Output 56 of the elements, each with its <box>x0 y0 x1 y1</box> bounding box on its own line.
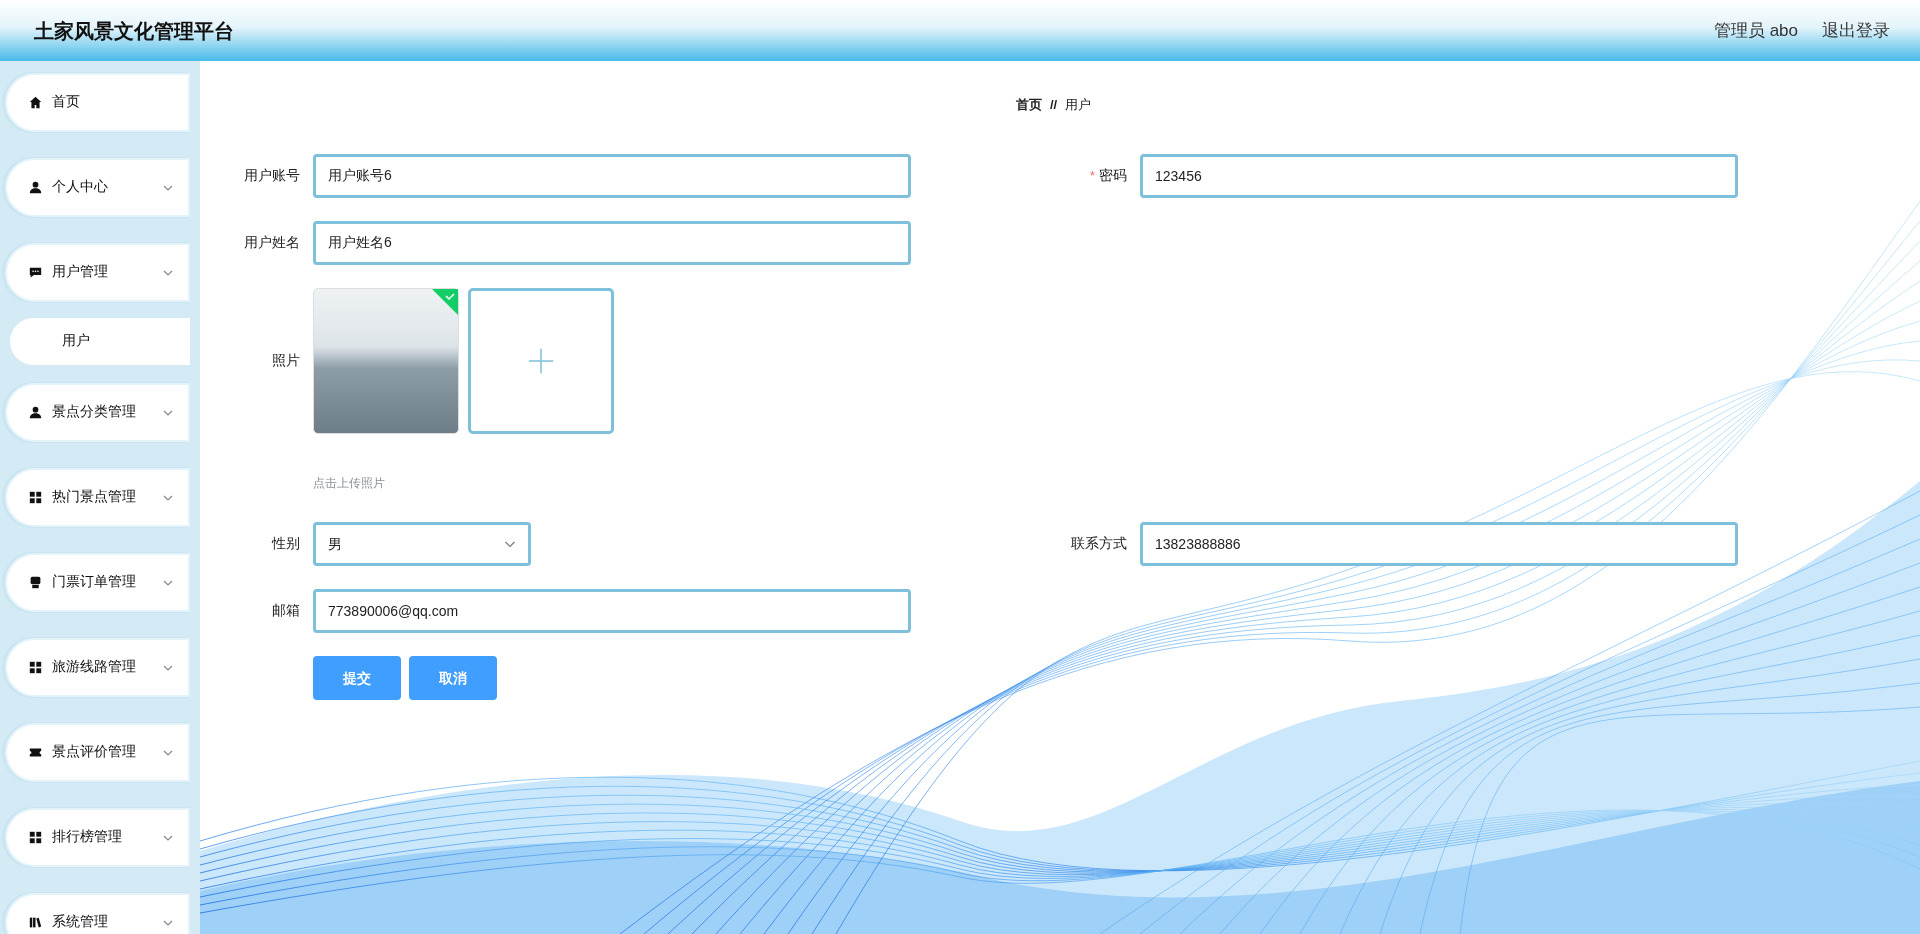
menu-item[interactable]: 排行榜管理 <box>5 808 190 867</box>
menu-label: 系统管理 <box>52 913 108 932</box>
grid-icon <box>29 831 42 844</box>
upload-hint: 点击上传照片 <box>313 475 386 492</box>
plus-icon <box>527 347 555 375</box>
app-title: 土家风景文化管理平台 <box>34 18 234 44</box>
menu-item[interactable]: 门票订单管理 <box>5 553 190 612</box>
breadcrumb-separator: // <box>1050 96 1058 115</box>
menu-item[interactable]: 热门景点管理 <box>5 468 190 527</box>
grid-icon <box>29 661 42 674</box>
submenu-item[interactable]: 用户 <box>10 318 190 365</box>
upload-tile[interactable] <box>468 288 614 434</box>
ticket-icon <box>29 576 42 589</box>
select-value: 男 <box>328 534 342 554</box>
menu-label: 景点分类管理 <box>52 403 136 422</box>
chat-icon <box>29 266 42 279</box>
menu-label: 首页 <box>52 93 80 112</box>
field-label: 邮箱 <box>271 601 300 620</box>
text-field[interactable]: 123456 <box>1140 154 1738 198</box>
menu-item[interactable]: 旅游线路管理 <box>5 638 190 697</box>
person-icon <box>29 181 42 194</box>
success-corner-icon <box>432 289 458 315</box>
text-field[interactable]: 773890006@qq.com <box>313 589 911 633</box>
gender-select[interactable]: 男 <box>313 522 531 566</box>
breadcrumb-item[interactable]: 首页 <box>1016 95 1042 115</box>
menu-label: 旅游线路管理 <box>52 658 136 677</box>
text-field[interactable]: 13823888886 <box>1140 522 1738 566</box>
field-label: 联系方式 <box>1070 534 1127 553</box>
field-label: 性别 <box>270 534 300 553</box>
required-asterisk: * <box>1089 167 1095 183</box>
menu-label: 门票订单管理 <box>52 573 136 592</box>
menu-item[interactable]: 用户管理 <box>5 243 190 302</box>
menu-label: 排行榜管理 <box>52 828 122 847</box>
menu-item[interactable]: 景点分类管理 <box>5 383 190 442</box>
breadcrumb-item[interactable]: 用户 <box>1065 95 1092 115</box>
ticket-icon <box>29 746 42 759</box>
menu-label: 景点评价管理 <box>52 743 136 762</box>
person-icon <box>29 406 42 419</box>
menu-item[interactable]: 首页 <box>5 73 190 132</box>
menu-item[interactable]: 景点评价管理 <box>5 723 190 782</box>
home-icon <box>29 96 42 109</box>
menu-label: 用户管理 <box>52 263 108 282</box>
menu-label: 热门景点管理 <box>52 488 136 507</box>
text-field[interactable]: 用户姓名6 <box>313 221 911 265</box>
books-icon <box>29 916 42 929</box>
field-label: 用户账号 <box>243 166 300 185</box>
menu-item[interactable]: 个人中心 <box>5 158 190 217</box>
admin-user-label: 管理员 abo <box>1713 19 1798 42</box>
menu-label: 个人中心 <box>52 178 108 197</box>
field-label: 用户姓名 <box>243 233 300 252</box>
field-label: 照片 <box>271 351 300 370</box>
logout-link[interactable]: 退出登录 <box>1822 17 1890 44</box>
text-field[interactable]: 用户账号6 <box>313 154 911 198</box>
field-label-text: 密码 <box>1099 167 1127 183</box>
menu-item[interactable]: 系统管理 <box>5 893 190 934</box>
grid-icon <box>29 491 42 504</box>
